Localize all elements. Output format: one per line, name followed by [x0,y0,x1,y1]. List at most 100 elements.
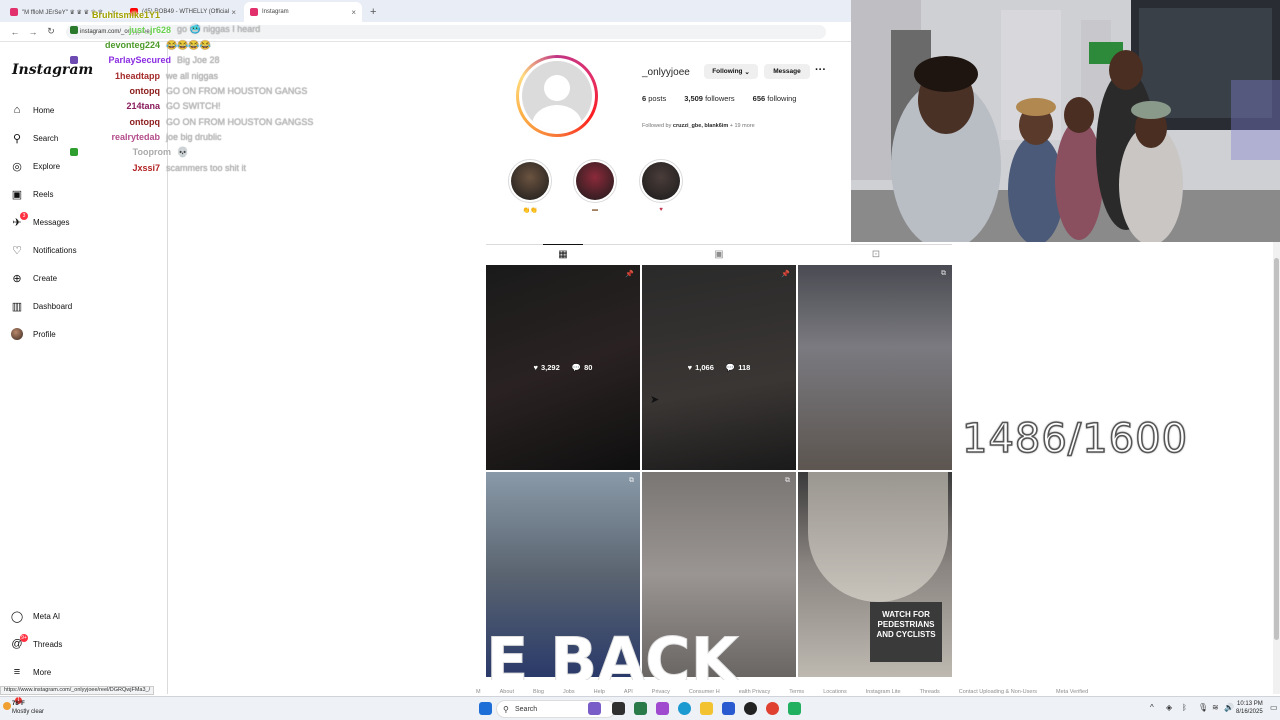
post-thumbnail[interactable]: 📌 ♥ 3,292 💬 80 [486,265,640,470]
sidebar-item-profile[interactable]: Profile [10,324,56,344]
chevron-down-icon: ⌄ [744,68,750,76]
chat-message: ParlaySecured Big Joe 28 [70,53,220,68]
system-clock[interactable]: 10:13 PM 8/16/2025 [1236,700,1263,716]
status-url: https://www.instagram.com/_onlyyjoee/ree… [0,686,155,695]
post-image [808,472,948,602]
footer-link[interactable]: Locations [823,689,847,695]
sidebar-item-create[interactable]: ⊕ Create [10,268,57,288]
more-options-icon[interactable]: ··· [815,64,826,76]
footer-link[interactable]: Consumer H [689,689,720,695]
post-thumbnail[interactable]: ⧉ [798,265,952,470]
reels-tab-icon[interactable]: ▣ [712,247,726,261]
reload-icon[interactable]: ↻ [42,26,60,37]
chat-username: 1headtapp [114,70,160,81]
app-icon[interactable] [788,702,801,715]
notifications-icon[interactable]: ▭ [1270,703,1278,712]
microphone-icon[interactable]: 🎙 [1198,703,1208,712]
sidebar-item-search[interactable]: ⚲ Search [10,128,58,148]
sidebar-item-home[interactable]: ⌂ Home [10,100,55,120]
sidebar-item-more[interactable]: ≡ More [10,662,51,682]
search-icon: ⚲ [12,132,22,145]
comment-icon: 💬 [571,363,582,372]
sidebar-item-label: Explore [33,161,61,171]
footer-link[interactable]: ealth Privacy [739,689,771,695]
post-sign-text: WATCH FOR PEDESTRIANS AND CYCLISTS [870,602,942,662]
following-label: Following [712,68,743,75]
highlight-label: ♥ [659,207,663,213]
chrome-icon[interactable] [766,702,779,715]
profile-picture[interactable] [516,55,598,137]
footer-link[interactable]: Meta Verified [1056,689,1088,695]
app-icon[interactable] [744,702,757,715]
followed-by[interactable]: Followed by cruzzi_gbe, blank6im + 19 mo… [642,123,755,129]
comment-icon: 💬 [725,363,736,372]
tagged-tab-icon[interactable]: ⊡ [869,247,883,261]
webcam-feed [851,0,1280,242]
weather-widget[interactable]: 78°F Mostly clear [12,700,44,716]
chat-text: 💀 [177,146,189,157]
chat-text: scammers too shit it [166,162,247,173]
app-icon[interactable] [634,702,647,715]
forward-arrow-icon[interactable]: → [24,27,42,37]
mouse-cursor-icon: ➤ [650,394,660,406]
footer-link[interactable]: Privacy [652,689,670,695]
app-icon[interactable] [656,702,669,715]
sidebar-item-meta-ai[interactable]: ◯ Meta AI [10,606,60,626]
followers-stat[interactable]: 3,509 followers [684,94,734,103]
likes-count: ♥ 1,066 [687,363,714,372]
sidebar-item-notifications[interactable]: ♡ Notifications [10,240,77,260]
sidebar-item-messages[interactable]: ✈ 3 Messages [10,212,69,232]
post-thumbnail[interactable]: 📌 ♥ 1,066 💬 118 [642,265,796,470]
app-icon[interactable] [588,702,601,715]
sidebar-item-label: Search [33,133,59,143]
notification-badge: 9+ [20,634,28,642]
file-explorer-icon[interactable] [700,702,713,715]
story-highlight[interactable] [573,159,617,203]
chat-text: 😂😂😂😂 [166,39,211,50]
chat-text: GO ON FROM HOUSTON GANGS [166,86,308,96]
chat-message: just_jr628 go 🥶 niggas I heard [70,22,260,37]
footer-link[interactable]: Blog [533,689,544,695]
footer-link[interactable]: Help [594,689,605,695]
footer-link[interactable]: Terms [789,689,804,695]
volume-icon[interactable]: 🔊 [1224,703,1234,712]
chat-username: ontopq [129,116,161,127]
app-tray-icon[interactable]: ◈ [1166,703,1172,712]
footer-link[interactable]: M [476,689,481,695]
message-button[interactable]: Message [764,64,810,79]
posts-grid-icon[interactable]: ▦ [556,247,570,261]
footer-links: M About Blog Jobs Help API Privacy Consumer H ea… [476,689,1107,695]
chevron-up-icon[interactable]: ^ [1150,703,1154,712]
chat-message: Jxssi7 scammers too shit it [70,160,246,175]
chat-message: ontopq GO ON FROM HOUSTON GANGSS [70,114,314,129]
task-view-icon[interactable] [612,702,625,715]
story-highlight[interactable] [639,159,683,203]
following-button[interactable]: Following ⌄ [704,64,758,79]
footer-link[interactable]: Instagram Lite [866,689,901,695]
sidebar-item-explore[interactable]: ◎ Explore [10,156,60,176]
footer-link[interactable]: Jobs [563,689,575,695]
footer-link[interactable]: Contact Uploading & Non-Users [959,689,1037,695]
story-highlight[interactable] [508,159,552,203]
sidebar-item-dashboard[interactable]: ▥ Dashboard [10,296,72,316]
sidebar-item-threads[interactable]: @9+ Threads [10,634,62,654]
footer-link[interactable]: About [500,689,514,695]
chat-badge-icon [70,148,78,157]
footer-link[interactable]: Threads [920,689,940,695]
scrollbar-thumb[interactable] [1274,258,1279,640]
bluetooth-icon[interactable]: ᛒ [1182,703,1187,712]
wifi-icon[interactable]: ≋ [1212,703,1219,712]
menu-icon: ≡ [13,666,21,678]
store-icon[interactable] [722,702,735,715]
back-arrow-icon[interactable]: ← [6,27,24,37]
chat-message: 1headtapp we all niggas [70,68,218,83]
following-stat[interactable]: 656 following [753,94,797,103]
windows-taskbar: 1 78°F Mostly clear ⚲ Search ^ ◈ ᛒ 🎙 ≋ 🔊… [0,696,1280,720]
profile-tabs: ▦ ▣ ⊡ [486,244,952,262]
post-thumbnail[interactable]: ⧉WATCH FOR PEDESTRIANS AND CYCLISTS [798,472,952,677]
windows-start-icon[interactable] [479,702,492,715]
messages-icon: ✈ 3 [10,212,28,229]
edge-icon[interactable] [678,702,691,715]
footer-link[interactable]: API [624,689,633,695]
sidebar-item-reels[interactable]: ▣ Reels [10,184,54,204]
